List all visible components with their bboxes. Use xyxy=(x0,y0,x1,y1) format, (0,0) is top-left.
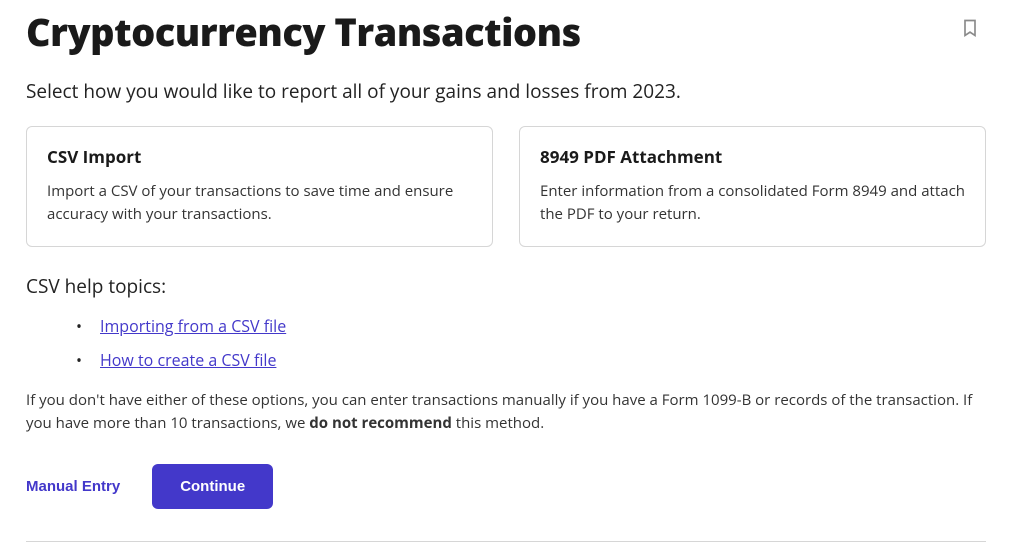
manual-entry-note: If you don't have either of these option… xyxy=(26,389,986,436)
option-csv-import[interactable]: CSV Import Import a CSV of your transact… xyxy=(26,126,493,248)
link-importing-csv[interactable]: Importing from a CSV file xyxy=(100,315,286,337)
option-description: Enter information from a consolidated Fo… xyxy=(540,180,965,227)
list-item: Importing from a CSV file xyxy=(76,309,986,343)
link-create-csv[interactable]: How to create a CSV file xyxy=(100,349,276,371)
help-heading: CSV help topics: xyxy=(26,273,986,299)
continue-button[interactable]: Continue xyxy=(152,464,273,509)
option-description: Import a CSV of your transactions to sav… xyxy=(47,180,472,227)
list-item: How to create a CSV file xyxy=(76,343,986,377)
help-links-list: Importing from a CSV file How to create … xyxy=(26,309,986,377)
option-title: 8949 PDF Attachment xyxy=(540,145,965,168)
option-8949-pdf[interactable]: 8949 PDF Attachment Enter information fr… xyxy=(519,126,986,248)
divider xyxy=(26,541,986,542)
action-buttons: Manual Entry Continue xyxy=(26,464,986,509)
import-options: CSV Import Import a CSV of your transact… xyxy=(26,126,986,248)
note-text-bold: do not recommend xyxy=(309,413,452,433)
page-title: Cryptocurrency Transactions xyxy=(26,10,581,56)
note-text-post: this method. xyxy=(452,413,544,433)
bookmark-icon[interactable] xyxy=(960,18,980,38)
manual-entry-button[interactable]: Manual Entry xyxy=(26,478,120,495)
page-subtitle: Select how you would like to report all … xyxy=(26,78,986,104)
option-title: CSV Import xyxy=(47,145,472,168)
